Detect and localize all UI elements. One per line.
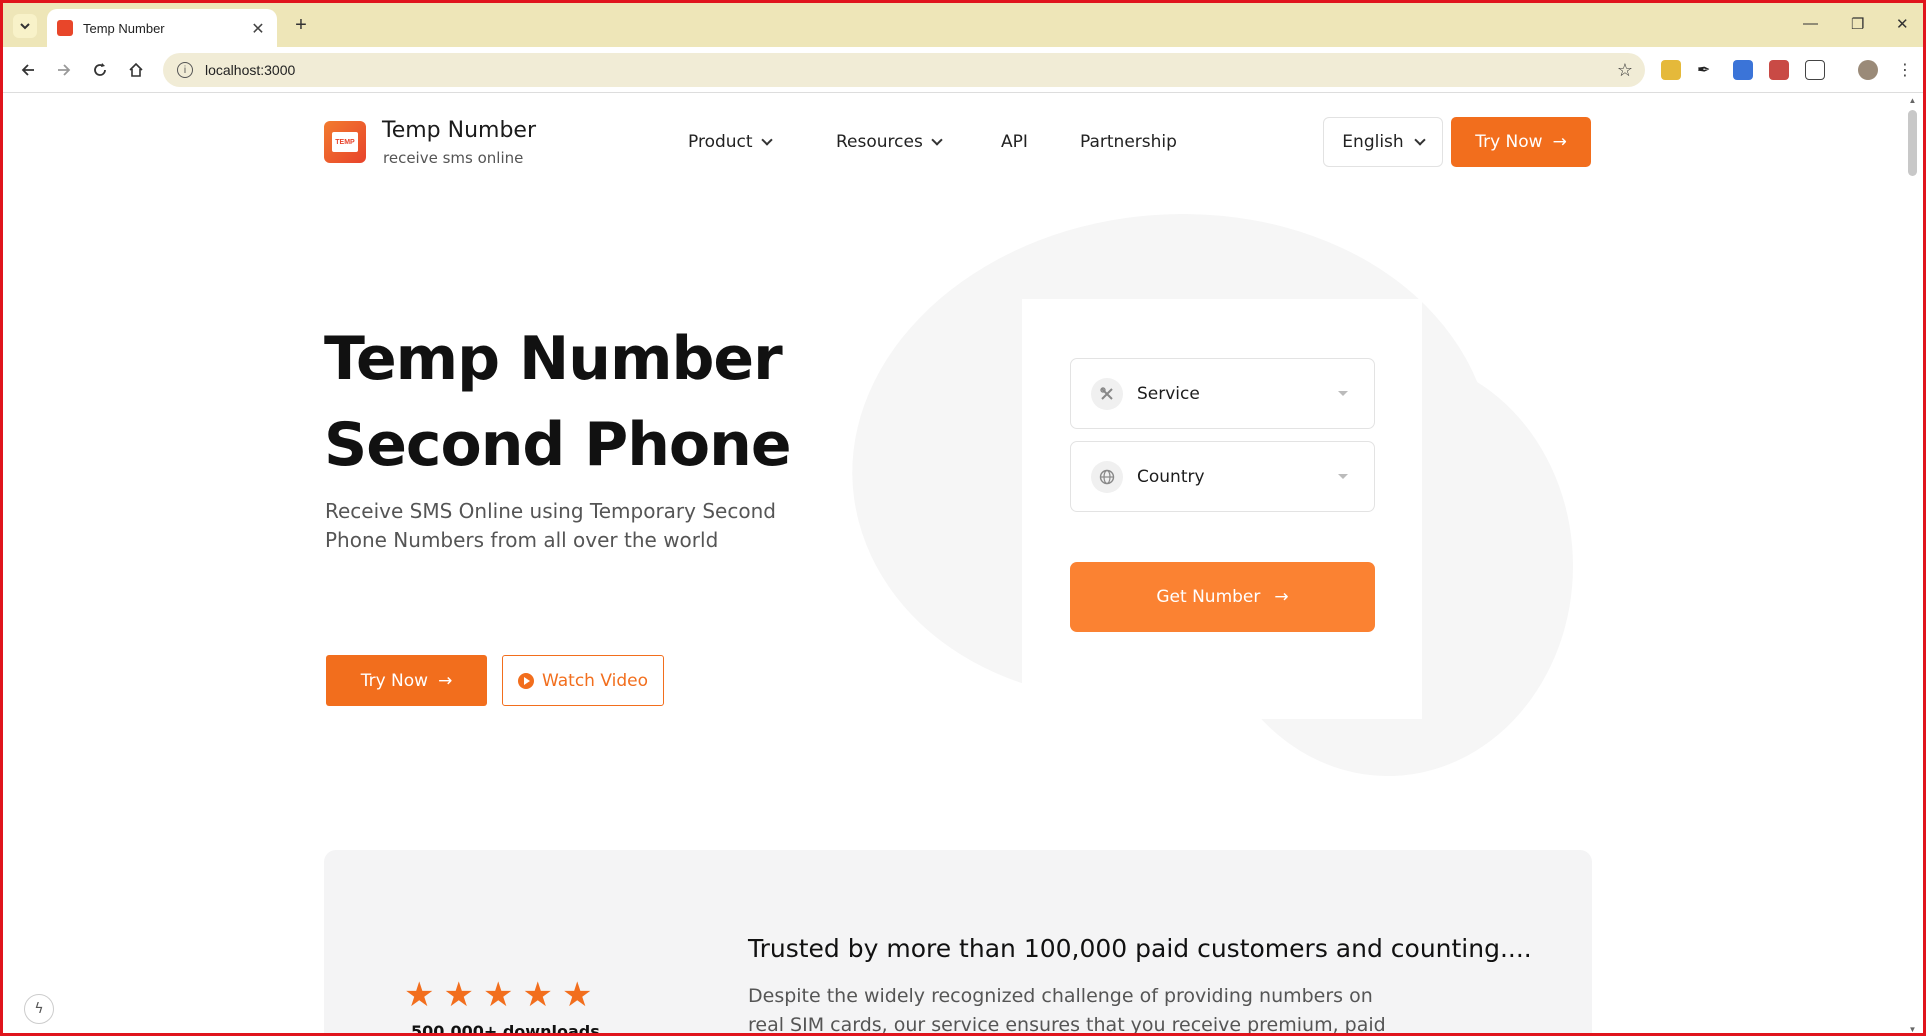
language-label: English: [1342, 132, 1404, 152]
minimize-icon[interactable]: —: [1803, 15, 1818, 32]
nav-partnership[interactable]: Partnership: [1080, 132, 1177, 152]
star-icon: ★: [482, 975, 514, 1015]
star-icon: ★: [522, 975, 553, 1015]
favicon: [57, 20, 73, 36]
back-icon[interactable]: [17, 59, 39, 81]
web-page: TEMP Temp Number receive sms online Prod…: [3, 94, 1911, 1036]
trust-section: ★ ★ ★ ★ ★ 500,000+ downloads Trusted by …: [324, 850, 1592, 1036]
caret-down-icon: [1338, 474, 1348, 479]
arrow-right-icon: →: [1552, 132, 1567, 152]
trust-title: Trusted by more than 100,000 paid custom…: [748, 934, 1532, 963]
bolt-icon[interactable]: ϟ: [24, 994, 54, 1024]
restore-icon[interactable]: ❐: [1851, 15, 1864, 33]
address-bar[interactable]: i localhost:3000 ☆: [163, 53, 1645, 87]
hero-subtitle: Receive SMS Online using Temporary Secon…: [325, 499, 776, 552]
chevron-down-icon: [760, 134, 773, 146]
scroll-up-icon[interactable]: ▲: [1908, 96, 1917, 105]
new-tab-button[interactable]: +: [289, 13, 313, 37]
tab-list-icon[interactable]: [13, 14, 37, 38]
star-icon: ★: [404, 975, 435, 1015]
globe-icon: [1091, 460, 1123, 493]
nav-product[interactable]: Product: [688, 132, 773, 152]
window-close-icon[interactable]: ✕: [1896, 15, 1909, 33]
browser-tab[interactable]: Temp Number ✕: [47, 9, 277, 47]
caret-down-icon: [1338, 391, 1348, 396]
nav-api[interactable]: API: [1001, 132, 1028, 152]
chevron-down-icon: [931, 134, 943, 146]
brand-tagline: receive sms online: [383, 149, 524, 167]
service-select[interactable]: Service: [1070, 358, 1375, 429]
trust-body: Despite the widely recognized challenge …: [748, 985, 1386, 1036]
chevron-down-icon: [1414, 134, 1426, 146]
try-now-header-button[interactable]: Try Now →: [1451, 117, 1591, 167]
tab-close-icon[interactable]: ✕: [249, 19, 267, 38]
service-label: Service: [1137, 383, 1200, 404]
pen-icon[interactable]: ✒: [1697, 60, 1717, 80]
star-icon[interactable]: ☆: [1617, 60, 1633, 81]
url-text: localhost:3000: [205, 62, 296, 78]
try-now-label: Try Now: [1475, 132, 1543, 152]
scrollbar[interactable]: ▲ ▼: [1905, 94, 1920, 1033]
try-now-label: Try Now: [360, 670, 429, 691]
scroll-thumb[interactable]: [1908, 110, 1917, 176]
extension-icon[interactable]: [1661, 60, 1681, 80]
menu-icon[interactable]: ⋮: [1895, 60, 1915, 80]
brand-name[interactable]: Temp Number: [382, 118, 536, 143]
avatar[interactable]: [1858, 60, 1878, 80]
hero-title-line1: Temp Number: [324, 324, 783, 394]
downloads-count: 500,000+ downloads: [411, 1022, 600, 1036]
nav-resources[interactable]: Resources: [836, 132, 943, 152]
nav-partnership-label: Partnership: [1080, 132, 1177, 152]
play-icon: [518, 672, 535, 689]
get-number-label: Get Number: [1156, 587, 1261, 607]
forward-icon[interactable]: [53, 59, 75, 81]
watch-video-label: Watch Video: [542, 670, 648, 691]
arrow-right-icon: →: [438, 670, 453, 691]
rating-stars: ★ ★ ★ ★ ★: [404, 978, 592, 1012]
nav-api-label: API: [1001, 132, 1028, 152]
logo[interactable]: TEMP: [324, 121, 366, 163]
country-label: Country: [1137, 466, 1205, 487]
get-number-button[interactable]: Get Number →: [1070, 562, 1375, 632]
nav-product-label: Product: [688, 132, 753, 152]
site-header: TEMP Temp Number receive sms online Prod…: [3, 94, 1911, 194]
logo-text: TEMP: [332, 132, 358, 152]
browser-toolbar: i localhost:3000 ☆ ✒ ⋮: [3, 47, 1923, 93]
country-select[interactable]: Country: [1070, 441, 1375, 512]
star-icon: ★: [443, 975, 474, 1015]
scroll-down-icon[interactable]: ▼: [1908, 1025, 1917, 1033]
browser-window: Temp Number ✕ + — ❐ ✕ i localhost:3000 ☆…: [0, 0, 1926, 1036]
extension-icon[interactable]: [1769, 60, 1789, 80]
language-select[interactable]: English: [1323, 117, 1443, 167]
extension-icon[interactable]: [1733, 60, 1753, 80]
nav-resources-label: Resources: [836, 132, 923, 152]
home-icon[interactable]: [125, 59, 147, 81]
tab-title: Temp Number: [83, 20, 165, 36]
puzzle-icon[interactable]: [1805, 60, 1825, 80]
reload-icon[interactable]: [89, 59, 111, 81]
star-icon: ★: [561, 975, 593, 1015]
tab-bar: Temp Number ✕ + — ❐ ✕: [3, 3, 1923, 47]
hero-title-line2: Second Phone: [324, 410, 792, 480]
watch-video-button[interactable]: Watch Video: [502, 655, 664, 706]
tools-icon: [1091, 377, 1123, 410]
arrow-right-icon: →: [1274, 587, 1289, 607]
info-icon[interactable]: i: [177, 62, 193, 78]
hero-title: Temp Number Second Phone: [324, 316, 792, 488]
try-now-button[interactable]: Try Now →: [326, 655, 487, 706]
